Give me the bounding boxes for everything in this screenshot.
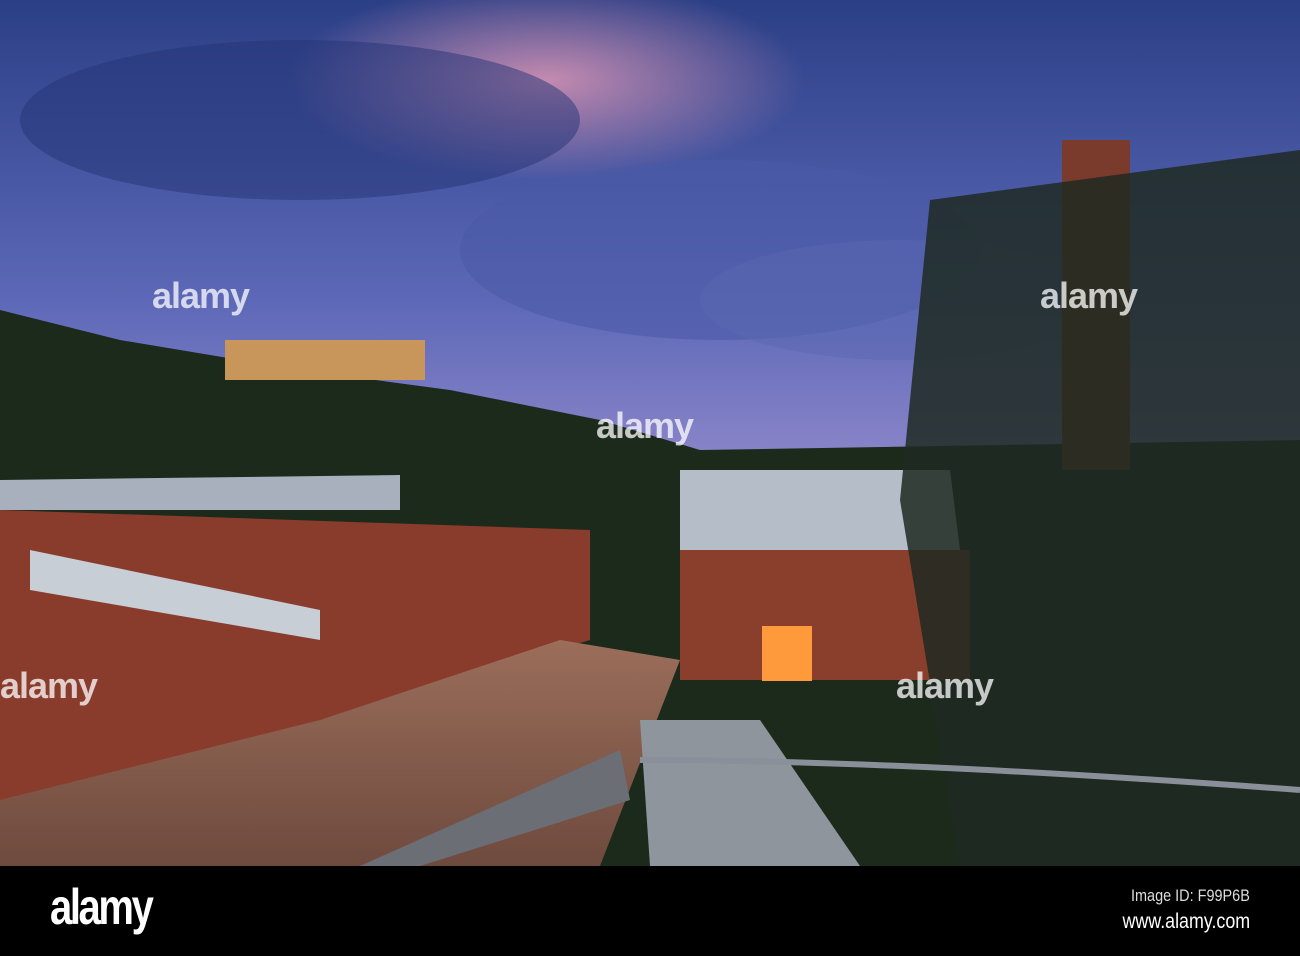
lit-doorway	[762, 626, 812, 681]
image-id: Image ID: F99P6B	[1131, 886, 1250, 905]
footer-bar: alamy Image ID: F99P6B www.alamy.com	[0, 866, 1300, 956]
watermark: alamy	[0, 665, 98, 706]
stock-photo-page: alamy alamy alamy alamy alamy alamy Imag…	[0, 0, 1300, 956]
alamy-logo: alamy	[50, 879, 154, 935]
cloud	[20, 40, 580, 200]
pine-tree	[900, 150, 1300, 866]
site-url: www.alamy.com	[1122, 910, 1250, 933]
watermark: alamy	[896, 665, 994, 706]
watermark: alamy	[596, 405, 694, 446]
shed-roof	[0, 475, 400, 510]
watermark: alamy	[1040, 275, 1138, 316]
hilltop-house	[225, 340, 425, 380]
watermark: alamy	[152, 275, 250, 316]
